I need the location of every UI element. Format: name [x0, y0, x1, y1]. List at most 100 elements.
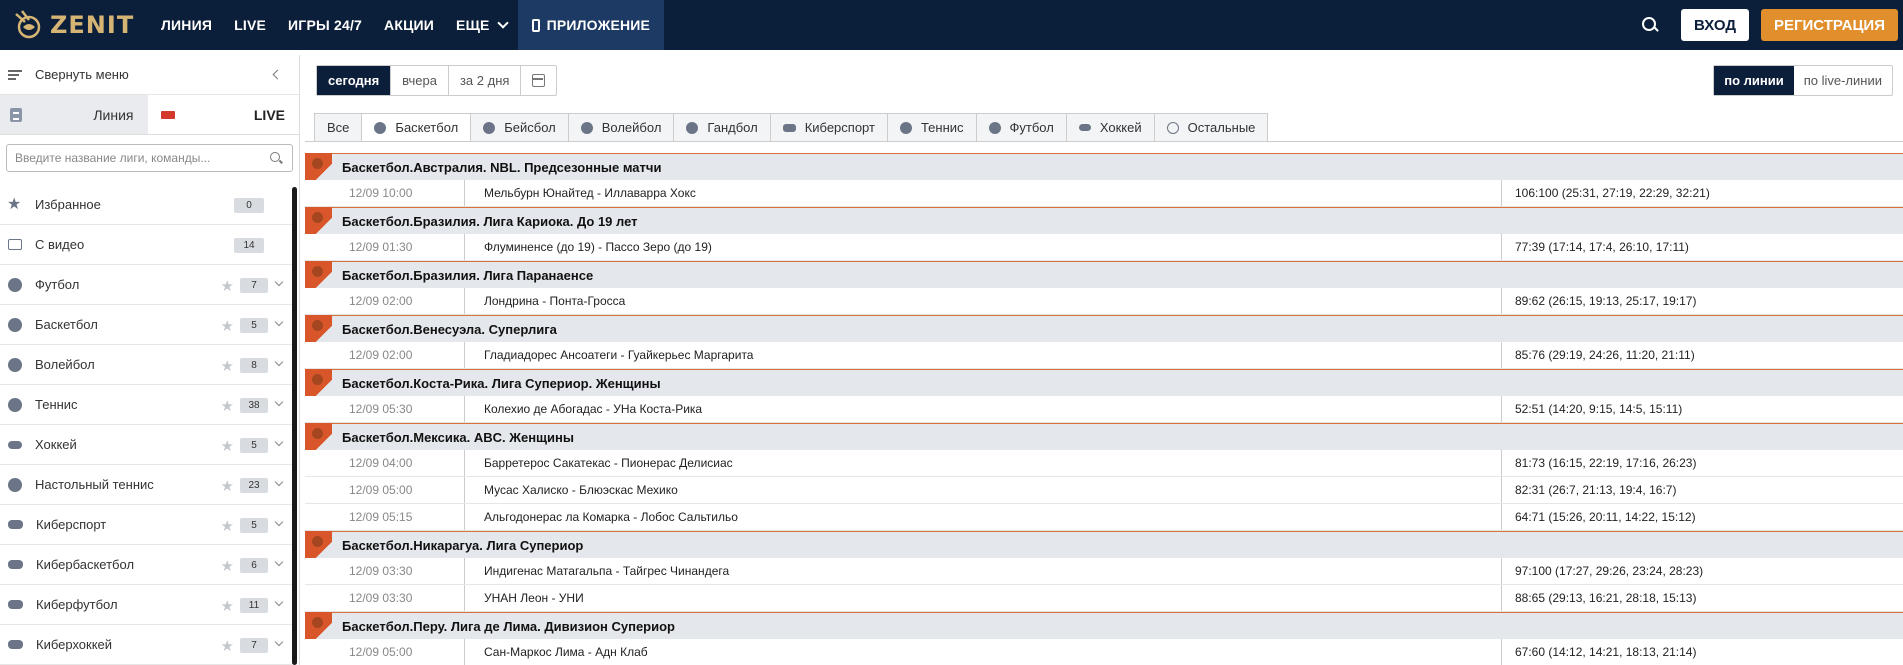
clipboard-icon	[10, 108, 22, 122]
league-header[interactable]: Баскетбол.Мексика. ABC. Женщины	[305, 423, 1903, 450]
league-header[interactable]: Баскетбол.Бразилия. Лига Паранаенсе	[305, 261, 1903, 288]
favorite-star-icon[interactable]: ★	[221, 557, 234, 575]
sidebar-item-cyber-hockey[interactable]: Киберхоккей ★ 7	[0, 625, 292, 665]
date-tab-today[interactable]: сегодня	[317, 66, 392, 95]
favorite-star-icon[interactable]: ★	[221, 317, 234, 335]
logo[interactable]: ZENIT	[0, 0, 150, 50]
tab-baseball[interactable]: Бейсбол	[470, 113, 568, 142]
chevron-down-icon[interactable]	[274, 397, 284, 407]
sidebar-item-esports[interactable]: Киберспорт ★ 5	[0, 505, 292, 545]
event-row[interactable]: 12/09 10:00 Мельбурн Юнайтед - Иллаварра…	[305, 180, 1903, 207]
chevron-down-icon[interactable]	[274, 557, 284, 567]
league-header[interactable]: Баскетбол.Австралия. NBL. Предсезонные м…	[305, 153, 1903, 180]
event-row[interactable]: 12/09 04:00 Барретерос Сакатекас - Пионе…	[305, 450, 1903, 477]
event-teams: Барретерос Сакатекас - Пионерас Делисиас	[465, 450, 1502, 476]
league-header[interactable]: Баскетбол.Коста-Рика. Лига Супериор. Жен…	[305, 369, 1903, 396]
tab-line[interactable]: Линия	[0, 95, 148, 134]
favorite-star-icon[interactable]: ★	[221, 477, 234, 495]
chevron-down-icon[interactable]	[274, 637, 284, 647]
basketball-icon	[305, 315, 332, 342]
favorite-star-icon[interactable]: ★	[221, 597, 234, 615]
sidebar-item-label: Избранное	[35, 197, 101, 212]
collapse-menu-button[interactable]: Свернуть меню	[0, 55, 299, 95]
chevron-down-icon[interactable]	[274, 277, 284, 287]
chevron-down-icon[interactable]	[274, 517, 284, 527]
event-row[interactable]: 12/09 02:00 Лондрина - Понта-Гросса 89:6…	[305, 288, 1903, 315]
tabs-divider	[305, 141, 1903, 142]
nav-games[interactable]: ИГРЫ 24/7	[277, 0, 373, 50]
event-row[interactable]: 12/09 01:30 Флуминенсе (до 19) - Пассо З…	[305, 234, 1903, 261]
event-row[interactable]: 12/09 05:30 Колехио де Абогадас - УНа Ко…	[305, 396, 1903, 423]
event-row[interactable]: 12/09 03:30 УНАН Леон - УНИ 88:65 (29:13…	[305, 585, 1903, 612]
chevron-down-icon[interactable]	[274, 317, 284, 327]
event-row[interactable]: 12/09 05:00 Мусас Халиско - Блюэскас Мех…	[305, 477, 1903, 504]
favorite-star-icon[interactable]: ★	[221, 277, 234, 295]
chevron-down-icon[interactable]	[274, 477, 284, 487]
event-row[interactable]: 12/09 05:15 Альгодонерас ла Комарка - Ло…	[305, 504, 1903, 531]
tab-label: Баскетбол	[395, 120, 459, 135]
favorite-star-icon[interactable]: ★	[221, 357, 234, 375]
nav-line[interactable]: ЛИНИЯ	[150, 0, 223, 50]
search-icon[interactable]	[1641, 16, 1659, 34]
date-tab-yesterday[interactable]: вчера	[391, 66, 449, 95]
tab-volleyball[interactable]: Волейбол	[567, 113, 674, 142]
tab-football[interactable]: Футбол	[975, 113, 1066, 142]
favorite-star-icon[interactable]: ★	[221, 437, 234, 455]
sidebar-item-video[interactable]: С видео 14	[0, 225, 292, 265]
football-icon	[988, 121, 1001, 134]
sidebar-scrollbar[interactable]	[292, 187, 297, 665]
sport-tabs: Все Баскетбол Бейсбол Волейбол Гандбол К…	[314, 113, 1269, 142]
tab-other[interactable]: Остальные	[1153, 113, 1269, 142]
sidebar-item-label: Киберфутбол	[36, 597, 118, 612]
favorite-star-icon[interactable]: ★	[221, 637, 234, 655]
tab-tennis[interactable]: Теннис	[886, 113, 976, 142]
tab-label: Футбол	[1009, 120, 1054, 135]
event-score: 64:71 (15:26, 20:11, 14:22, 15:12)	[1515, 510, 1696, 524]
nav-promos[interactable]: АКЦИИ	[373, 0, 445, 50]
sidebar-item-favorites[interactable]: Избранное 0	[0, 185, 292, 225]
tab-all[interactable]: Все	[314, 113, 362, 142]
tab-live-label: LIVE	[253, 106, 285, 123]
tab-handball[interactable]: Гандбол	[673, 113, 770, 142]
chevron-down-icon[interactable]	[274, 357, 284, 367]
nav-live[interactable]: LIVE	[223, 0, 277, 50]
chevron-down-icon[interactable]	[274, 437, 284, 447]
sidebar-item-volleyball[interactable]: Волейбол ★ 8	[0, 345, 292, 385]
sidebar-item-basketball[interactable]: Баскетбол ★ 5	[0, 305, 292, 345]
event-row[interactable]: 12/09 05:00 Сан-Маркос Лима - Адн Клаб 6…	[305, 639, 1903, 665]
mode-by-live-line[interactable]: по live-линии	[1794, 66, 1892, 95]
tab-live[interactable]: LIVE	[147, 95, 299, 134]
nav-app[interactable]: ПРИЛОЖЕНИЕ	[517, 0, 665, 50]
league-header[interactable]: Баскетбол.Перу. Лига де Лима. Дивизион С…	[305, 612, 1903, 639]
event-time: 12/09 03:30	[305, 558, 465, 584]
league-name: Баскетбол.Бразилия. Лига Кариока. До 19 …	[342, 213, 638, 229]
tab-esports[interactable]: Киберспорт	[769, 113, 887, 142]
league-search-input[interactable]	[7, 145, 257, 171]
mode-by-line[interactable]: по линии	[1714, 66, 1794, 95]
register-button[interactable]: РЕГИСТРАЦИЯ	[1761, 9, 1898, 41]
favorite-star-icon[interactable]: ★	[221, 397, 234, 415]
league-header[interactable]: Баскетбол.Бразилия. Лига Кариока. До 19 …	[305, 207, 1903, 234]
date-tab-2days[interactable]: за 2 дня	[449, 66, 522, 95]
sidebar-item-tennis[interactable]: Теннис ★ 38	[0, 385, 292, 425]
chevron-down-icon[interactable]	[274, 597, 284, 607]
event-time: 12/09 05:00	[305, 477, 465, 503]
sidebar-item-cyber-basketball[interactable]: Кибербаскетбол ★ 6	[0, 545, 292, 585]
calendar-button[interactable]	[521, 66, 556, 95]
sidebar-item-label: Хоккей	[35, 437, 77, 452]
sidebar-item-table-tennis[interactable]: Настольный теннис ★ 23	[0, 465, 292, 505]
search-icon[interactable]	[270, 152, 283, 165]
league-name: Баскетбол.Коста-Рика. Лига Супериор. Жен…	[342, 375, 661, 391]
nav-more[interactable]: ЕЩЕ	[445, 0, 518, 50]
event-row[interactable]: 12/09 03:30 Индигенас Матагальпа - Тайгр…	[305, 558, 1903, 585]
login-button[interactable]: ВХОД	[1681, 9, 1749, 41]
tab-hockey[interactable]: Хоккей	[1065, 113, 1154, 142]
league-header[interactable]: Баскетбол.Никарагуа. Лига Супериор	[305, 531, 1903, 558]
sidebar-item-hockey[interactable]: Хоккей ★ 5	[0, 425, 292, 465]
sidebar-item-cyber-football[interactable]: Киберфутбол ★ 11	[0, 585, 292, 625]
league-header[interactable]: Баскетбол.Венесуэла. Суперлига	[305, 315, 1903, 342]
favorite-star-icon[interactable]: ★	[221, 517, 234, 535]
event-row[interactable]: 12/09 02:00 Гладиадорес Ансоатеги - Гуай…	[305, 342, 1903, 369]
sidebar-item-football[interactable]: Футбол ★ 7	[0, 265, 292, 305]
tab-basketball[interactable]: Баскетбол	[361, 113, 471, 142]
